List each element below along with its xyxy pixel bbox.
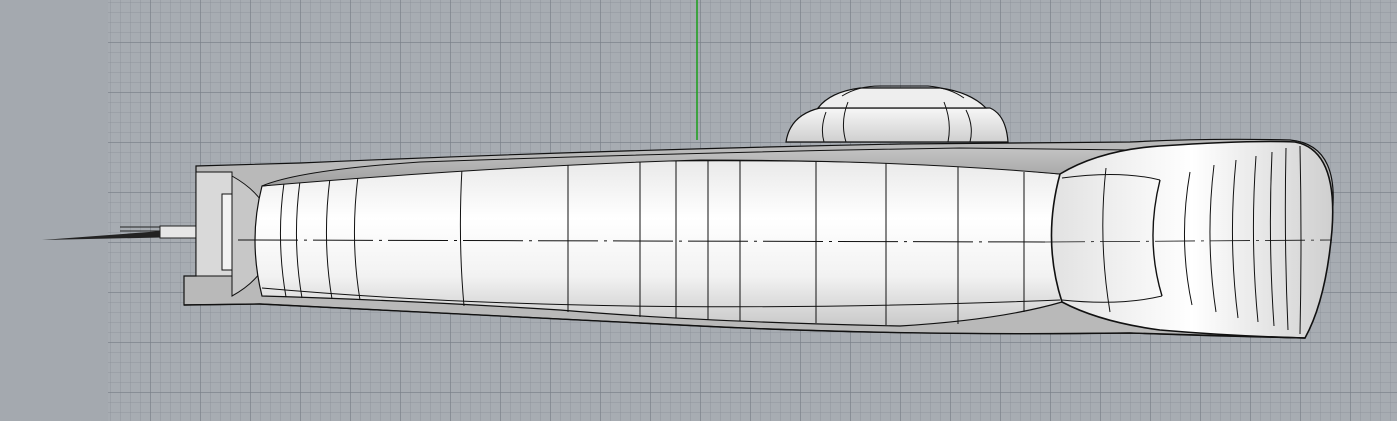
sail-dome	[785, 85, 1009, 143]
nose-section	[1044, 140, 1334, 339]
model-canvas[interactable]	[0, 0, 1397, 421]
viewport-front[interactable]	[0, 0, 1397, 421]
